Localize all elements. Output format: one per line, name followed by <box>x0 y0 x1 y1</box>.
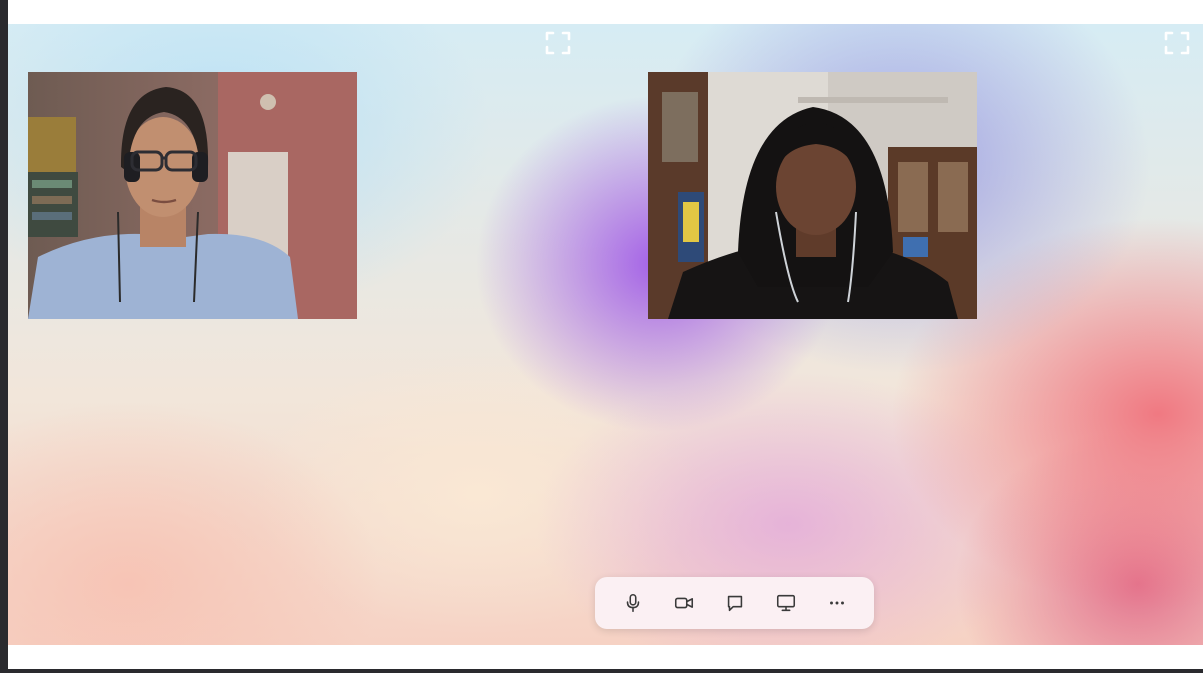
participant-1-video <box>28 72 357 319</box>
expand-tile-1-button[interactable] <box>543 28 573 58</box>
participant-2-video-tile[interactable] <box>648 72 977 319</box>
chat-bubble-icon <box>727 595 742 612</box>
window-left-border <box>0 0 8 673</box>
microphone-icon <box>626 593 639 613</box>
share-screen-button[interactable] <box>766 583 806 623</box>
mic-button[interactable] <box>613 583 653 623</box>
more-options-button[interactable] <box>817 583 857 623</box>
more-options-icon <box>829 601 844 605</box>
call-controls-bar <box>595 577 874 629</box>
camera-button[interactable] <box>664 583 704 623</box>
call-stage <box>8 24 1203 645</box>
window-bottom-border <box>0 669 1203 673</box>
fullscreen-icon <box>545 31 571 55</box>
chat-button[interactable] <box>715 583 755 623</box>
screen-share-icon <box>776 594 795 612</box>
expand-tile-2-button[interactable] <box>1162 28 1192 58</box>
participant-2-video <box>648 72 977 319</box>
fullscreen-icon <box>1164 31 1190 55</box>
participant-1-video-tile[interactable] <box>28 72 357 319</box>
video-camera-icon <box>674 597 693 609</box>
